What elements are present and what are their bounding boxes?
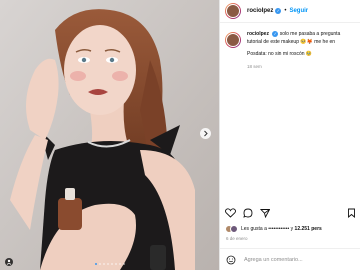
likes-summary[interactable]: Les gusta a •••••••••••• y 12.251 pers <box>225 224 360 234</box>
carousel-dot <box>94 263 97 265</box>
follow-button[interactable]: Seguir <box>289 8 308 14</box>
carousel-dot <box>110 263 113 265</box>
action-bar <box>225 206 356 220</box>
verified-icon: ✓ <box>275 8 282 14</box>
caption-text-line3: Posdata: no sin mi roscón 🥹 <box>247 51 313 57</box>
caption-timestamp: 18 sem <box>247 64 262 69</box>
post-header: rocioIpez ✓ • Seguir <box>220 0 360 23</box>
bookmark-icon[interactable] <box>347 208 356 218</box>
caption-text-line2: tutorial de este makeup 🥺🦊 me he en <box>247 39 336 45</box>
heart-icon[interactable] <box>225 208 236 218</box>
avatar[interactable] <box>225 3 241 19</box>
likes-conjunction: y <box>290 226 294 232</box>
next-image-button[interactable] <box>200 128 211 139</box>
comment-input[interactable]: Agrega un comentario... <box>244 257 303 263</box>
carousel-dot <box>122 263 125 265</box>
share-icon[interactable] <box>260 208 270 218</box>
carousel-dot <box>106 263 109 265</box>
username-link[interactable]: rocioIpez <box>247 8 273 14</box>
post-sidebar: rocioIpez ✓ • Seguir rocioIpez ✓ solo me… <box>219 0 360 270</box>
likes-text: Les gusta a •••••••••••• y 12.251 pers <box>241 226 322 232</box>
likes-hidden-name[interactable]: •••••••••••• <box>268 226 289 232</box>
carousel-dot <box>114 263 117 265</box>
liker-avatar <box>230 225 238 233</box>
comment-icon[interactable] <box>243 208 253 218</box>
caption-username[interactable]: rocioIpez <box>247 31 269 37</box>
comment-bar: Agrega un comentario... <box>220 248 360 271</box>
carousel-dot <box>118 263 121 265</box>
post-photo[interactable] <box>0 0 219 270</box>
carousel-dot <box>98 263 101 265</box>
caption-text-line1: solo me pasaba a pregunta <box>279 31 341 37</box>
emoji-icon[interactable] <box>226 255 236 265</box>
post-date: 6 de enero <box>226 236 248 241</box>
separator: • <box>284 8 287 14</box>
carousel-dot <box>102 263 105 265</box>
verified-icon: ✓ <box>272 31 279 37</box>
caption: rocioIpez ✓ solo me pasaba a pregunta tu… <box>220 30 360 112</box>
likes-prefix: Les gusta a <box>241 226 267 232</box>
carousel-indicator <box>0 263 219 265</box>
caption-avatar[interactable] <box>225 32 241 48</box>
likes-count[interactable]: 12.251 pers <box>295 226 322 232</box>
chevron-right-icon <box>204 130 208 137</box>
